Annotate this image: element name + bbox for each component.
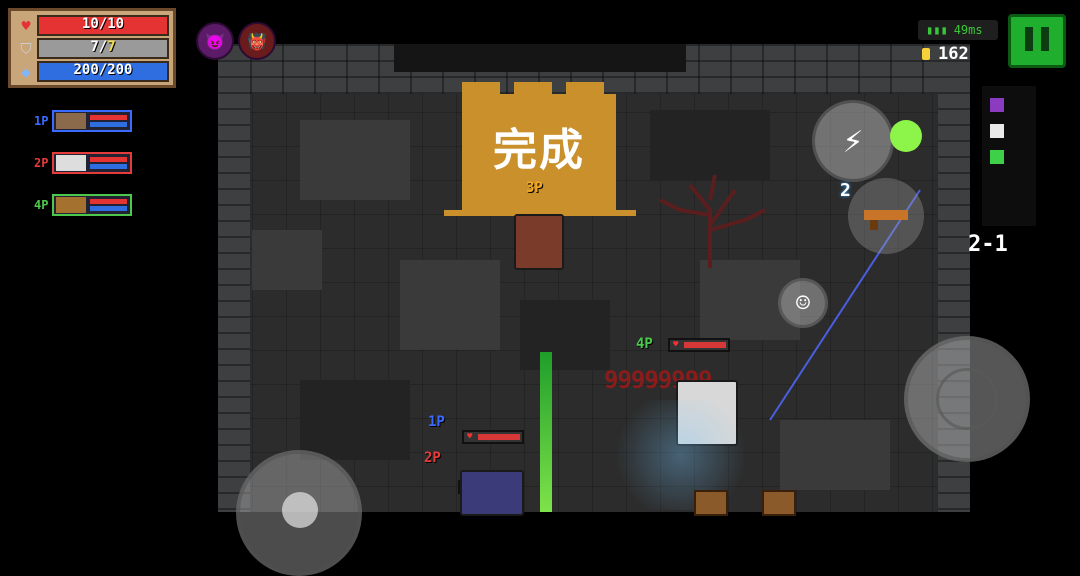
- player-4-card: 4P: [34, 194, 133, 216]
- smiley-icon: ☺: [795, 289, 811, 317]
- status-panel: ♥ 10/10 ⛉ 7/7 ◆ 200/200: [8, 8, 176, 88]
- demon-buff-icon[interactable]: 😈: [196, 22, 234, 60]
- wall-left: [218, 44, 250, 512]
- ping-text: 49ms: [953, 23, 983, 37]
- player-label: 2P: [34, 156, 49, 170]
- floor-tile: [300, 380, 410, 460]
- hp-row: ♥ 10/10: [15, 14, 169, 37]
- player-2-card: 2P: [34, 152, 133, 174]
- floor-tile: [252, 230, 322, 290]
- energy-bar: 200/200: [37, 61, 169, 82]
- floor-tile: [520, 300, 610, 370]
- joystick-knob[interactable]: [282, 492, 318, 528]
- pause-icon: [1021, 27, 1053, 55]
- player-1-label: 1P: [428, 414, 445, 430]
- chest[interactable]: [694, 490, 728, 516]
- gold-value: 162: [938, 44, 969, 64]
- player-label: 1P: [34, 114, 49, 128]
- rifle-icon: [864, 210, 908, 230]
- energy-row: ◆ 200/200: [15, 60, 169, 83]
- player-4-hp-bar: ♥: [668, 338, 730, 352]
- player-2-label: 2P: [424, 450, 441, 466]
- ice-particles: [606, 400, 756, 510]
- attack-button[interactable]: [904, 336, 1030, 462]
- horned-helm-buff-icon[interactable]: 👹: [238, 22, 276, 60]
- energy-text: 200/200: [73, 62, 133, 78]
- emote-button[interactable]: ☺: [778, 278, 828, 328]
- weapon-switch-button[interactable]: [848, 178, 924, 254]
- skill-ready-indicator: [890, 120, 922, 152]
- player-health-card: [52, 152, 133, 174]
- player-1-card: 1P: [34, 110, 133, 132]
- player-1-hp-bar: ♥: [462, 430, 524, 444]
- minimap[interactable]: [982, 86, 1036, 226]
- level-indicator: 2-1: [968, 232, 1008, 257]
- coin-icon: [922, 48, 930, 60]
- minimap-room: [990, 98, 1004, 112]
- shield-icon: ⛉: [20, 39, 32, 58]
- crosshair-icon: [936, 368, 998, 430]
- wall-doorway: [394, 44, 686, 72]
- skill-count: 2: [840, 180, 851, 201]
- player-1-character: [460, 470, 524, 516]
- hp-bar: 10/10: [37, 15, 169, 36]
- floor-tile: [780, 420, 890, 490]
- armor-row: ⛉ 7/7: [15, 37, 169, 60]
- armor-text: 7/7: [90, 39, 116, 55]
- gold-counter: 162: [922, 44, 969, 64]
- player-label: 4P: [34, 198, 49, 212]
- hp-text: 10/10: [81, 16, 125, 32]
- player-3-character: [514, 214, 564, 270]
- ping-indicator: ▮▮▮ 49ms: [918, 20, 998, 40]
- player-4-label: 4P: [636, 336, 653, 352]
- player-3-label: 3P: [526, 180, 543, 196]
- signal-icon: ▮▮▮: [926, 23, 948, 37]
- movement-joystick[interactable]: [236, 450, 362, 576]
- minimap-room: [990, 150, 1004, 164]
- minimap-room: [990, 124, 1004, 138]
- dead-tree: [659, 174, 766, 268]
- heart-icon: ♥: [21, 16, 31, 35]
- floor-tile: [400, 260, 500, 350]
- diamond-icon: ◆: [21, 62, 31, 81]
- floor-tile: [300, 120, 410, 200]
- pause-button[interactable]: [1008, 14, 1066, 68]
- lightning-icon: ⚡: [842, 121, 864, 161]
- armor-bar: 7/7: [37, 38, 169, 59]
- skill-button[interactable]: ⚡: [812, 100, 894, 182]
- player-health-card: [52, 194, 133, 216]
- banner-text: 完成: [493, 125, 585, 176]
- chest[interactable]: [762, 490, 796, 516]
- green-beam: [540, 352, 552, 512]
- player-health-card: [52, 110, 133, 132]
